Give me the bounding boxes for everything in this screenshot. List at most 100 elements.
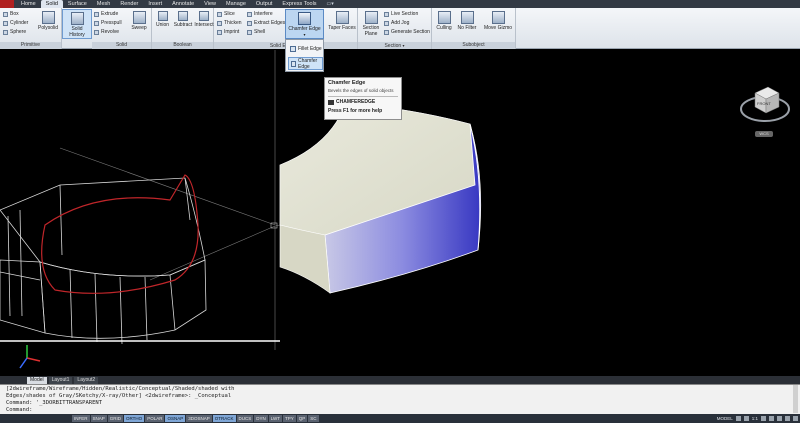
status-tpy[interactable]: TPY: [282, 415, 296, 422]
command-line-window[interactable]: [2dwireframe/Wireframe/Hidden/Realistic/…: [0, 384, 800, 414]
fillet-edge-item[interactable]: Fillet Edge: [288, 42, 323, 55]
tab-mesh[interactable]: Mesh: [92, 0, 115, 8]
chamfer-edge-icon: [291, 60, 296, 67]
revolve-button[interactable]: Revolve: [94, 28, 119, 36]
quick-view-drawings-icon[interactable]: [743, 416, 749, 421]
no-filter-button[interactable]: No Filter: [454, 9, 480, 39]
tab-layout1[interactable]: Layout1: [48, 376, 73, 384]
slice-button[interactable]: Slice: [217, 10, 235, 18]
chamfer-edge-item[interactable]: Chamfer Edge: [288, 57, 323, 70]
tab-insert[interactable]: Insert: [143, 0, 167, 8]
tab-layout2[interactable]: Layout2: [74, 376, 99, 384]
sphere-button[interactable]: Sphere: [3, 28, 26, 36]
status-ortho[interactable]: ORTHO: [124, 415, 145, 422]
construction-line: [149, 225, 276, 281]
viewcube[interactable]: FRONT: [738, 79, 793, 134]
interfere-icon: [247, 11, 252, 17]
add-jog-button[interactable]: Add Jog: [384, 19, 409, 27]
status-ducs[interactable]: DUCS: [236, 415, 254, 422]
command-prompt[interactable]: Command:: [6, 407, 794, 414]
union-icon: [157, 11, 168, 21]
status-grid[interactable]: GRID: [107, 415, 124, 422]
tab-solid[interactable]: Solid: [40, 0, 63, 8]
isolate-objects-icon[interactable]: [785, 416, 790, 421]
quick-view-layouts-icon[interactable]: [735, 416, 741, 421]
tab-annotate[interactable]: Annotate: [167, 0, 199, 8]
box-button[interactable]: Box: [3, 10, 19, 18]
tooltip-divider: [328, 96, 398, 97]
interfere-button[interactable]: Interfere: [247, 10, 273, 18]
construction-line: [59, 147, 276, 226]
culling-button[interactable]: Culling: [433, 9, 455, 39]
move-gizmo-button[interactable]: Move Gizmo: [482, 9, 514, 39]
status-snap[interactable]: SNAP: [90, 415, 107, 422]
union-button[interactable]: Union: [153, 9, 172, 39]
tab-output[interactable]: Output: [251, 0, 278, 8]
chamfer-edge-button[interactable]: Chamfer Edge ▾: [285, 9, 324, 39]
section-plane-button[interactable]: Section Plane: [359, 9, 383, 39]
polysolid-button[interactable]: Polysolid: [34, 9, 62, 39]
annotation-visibility-icon[interactable]: [761, 416, 766, 421]
tooltip-title: Chamfer Edge: [328, 80, 366, 86]
thicken-button[interactable]: Thicken: [217, 19, 242, 27]
shell-icon: [247, 29, 252, 35]
clean-screen-icon[interactable]: [793, 416, 798, 421]
tab-home[interactable]: Home: [16, 0, 41, 8]
wcs-menu[interactable]: WCS: [755, 131, 773, 137]
extrude-icon: [94, 11, 99, 17]
taper-faces-button[interactable]: Taper Faces: [327, 9, 357, 39]
status-qp[interactable]: QP: [296, 415, 308, 422]
status-sc[interactable]: SC: [308, 415, 319, 422]
status-otrack[interactable]: OTRACK: [212, 415, 236, 422]
intersect-icon: [199, 11, 209, 21]
status-osnap[interactable]: OSNAP: [165, 415, 186, 422]
fillet-edge-icon: [290, 45, 296, 52]
workspace-gear-icon[interactable]: [769, 416, 774, 421]
application-menu-button[interactable]: [0, 0, 14, 8]
panel-subobject: Culling No Filter Move Gizmo Subobject: [432, 8, 516, 49]
tab-model[interactable]: Model: [27, 376, 47, 384]
solid-history-button[interactable]: Solid History: [62, 9, 92, 39]
tab-surface[interactable]: Surface: [63, 0, 92, 8]
status-polar[interactable]: POLAR: [145, 415, 165, 422]
panel-title-boolean: Boolean: [152, 42, 213, 49]
extrude-button[interactable]: Extrude: [94, 10, 118, 18]
filter-icon: [460, 11, 474, 24]
intersect-button[interactable]: Intersect: [194, 9, 214, 39]
wireframe-solid: [0, 177, 207, 345]
imprint-button[interactable]: Imprint: [217, 28, 239, 36]
tab-express-tools[interactable]: Express Tools: [277, 0, 321, 8]
viewcube-icon: FRONT: [740, 86, 790, 122]
ucs-icon: [19, 345, 41, 369]
model-space-toggle[interactable]: MODEL: [717, 416, 733, 421]
lock-icon[interactable]: [777, 416, 782, 421]
command-history-line: Command: '_3DORBITTRANSPARENT: [6, 400, 103, 406]
generate-section-button[interactable]: Generate Section: [384, 28, 430, 36]
tooltip-help: Press F1 for more help: [328, 108, 383, 114]
status-dyn[interactable]: DYN: [254, 415, 268, 422]
status-infer[interactable]: INFER: [72, 415, 90, 422]
live-section-button[interactable]: Live Section: [384, 10, 418, 18]
annotation-scale[interactable]: 1:1: [752, 416, 758, 421]
tab-manage[interactable]: Manage: [221, 0, 251, 8]
subtract-button[interactable]: Subtract: [172, 9, 194, 39]
status-lwt[interactable]: LWT: [268, 415, 282, 422]
command-tooltip: Chamfer Edge Bevels the edges of solid o…: [324, 77, 402, 120]
command-scrollbar[interactable]: [793, 385, 798, 413]
chevron-down-icon[interactable]: ▾: [286, 32, 323, 37]
extract-edges-button[interactable]: Extract Edges: [247, 19, 285, 27]
panel-title-subobject: Subobject: [432, 42, 515, 49]
shell-button[interactable]: Shell: [247, 28, 265, 36]
presspull-button[interactable]: Presspull: [94, 19, 122, 27]
cylinder-button[interactable]: Cylinder: [3, 19, 28, 27]
command-icon: [328, 99, 334, 105]
ribbon-options-icon[interactable]: ▭▾: [322, 0, 339, 8]
viewcube-face-label[interactable]: FRONT: [757, 101, 771, 106]
edge-dropdown-menu: Fillet Edge Chamfer Edge: [285, 39, 324, 72]
extract-edges-icon: [247, 20, 252, 26]
sweep-button[interactable]: Sweep: [125, 9, 153, 39]
panel-title-section[interactable]: Section ▾: [358, 42, 431, 49]
status-3dosnap[interactable]: 3DOSNAP: [186, 415, 212, 422]
tab-view[interactable]: View: [199, 0, 221, 8]
tab-render[interactable]: Render: [115, 0, 143, 8]
